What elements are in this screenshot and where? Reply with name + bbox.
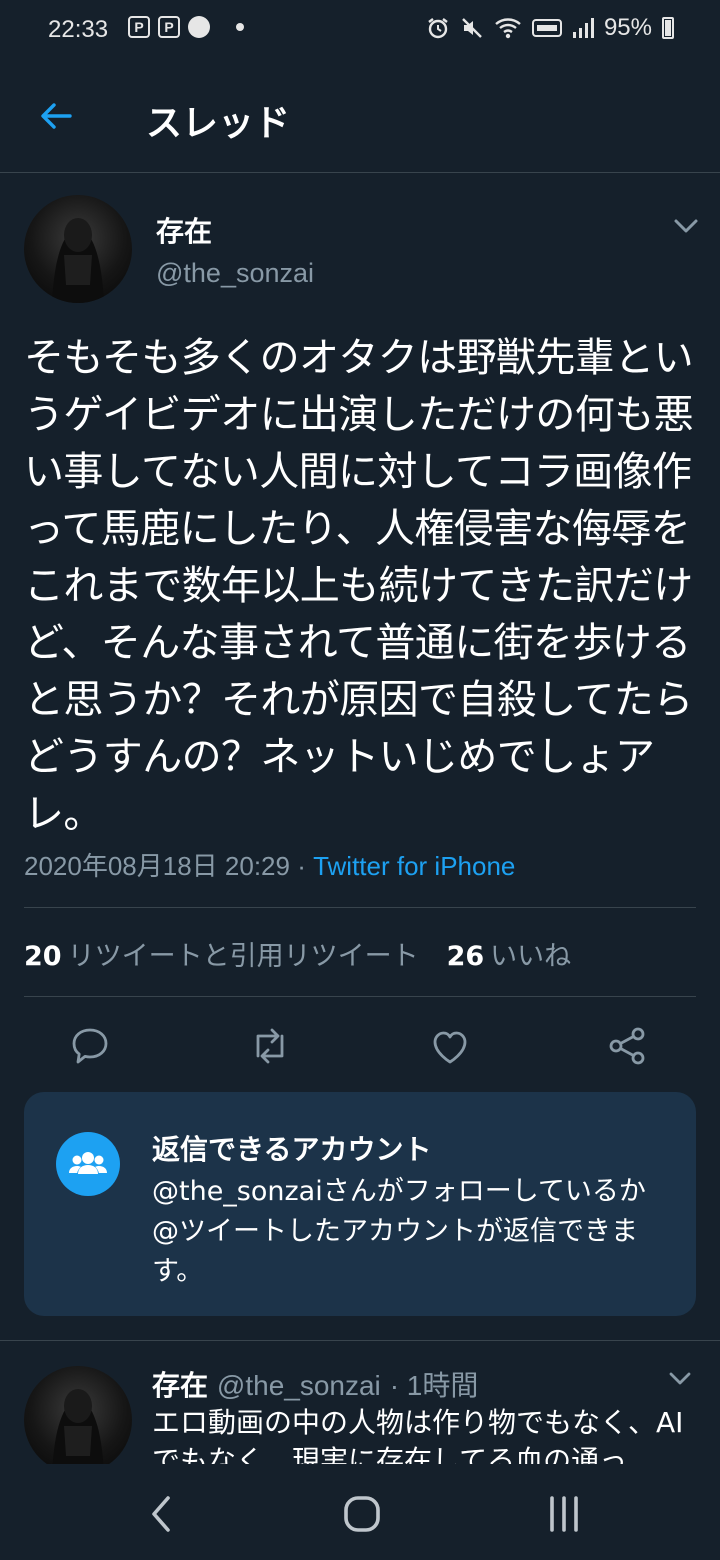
like-label: いいね <box>490 941 572 972</box>
retweet-button[interactable] <box>246 1022 294 1070</box>
app-header: スレッド <box>0 60 720 173</box>
reply-restriction-card: 返信できるアカウント @the_sonzaiさんがフォローしているか@ツイートし… <box>24 1092 696 1316</box>
reply-restriction-text: @the_sonzaiさんがフォローしているか@ツイートしたアカウントが返信でき… <box>152 1176 646 1287</box>
tweet-timestamp: 2020年08月18日 20:29 <box>24 851 290 881</box>
nav-recents-button[interactable] <box>542 1492 586 1536</box>
people-icon <box>56 1132 120 1196</box>
reply-author-name[interactable]: 存在 <box>152 1369 208 1402</box>
back-button[interactable] <box>30 90 82 142</box>
volte-icon <box>531 19 562 37</box>
retweet-label: リツイートと引用リツイート <box>67 941 419 972</box>
nav-back-button[interactable] <box>140 1492 184 1536</box>
likes-stat[interactable]: 26 いいね <box>447 941 572 972</box>
alarm-icon <box>428 18 448 39</box>
nav-home-button[interactable] <box>340 1492 384 1536</box>
retweet-count: 20 <box>24 941 62 972</box>
tweet-menu-button[interactable] <box>670 212 702 240</box>
reply-button[interactable] <box>66 1022 114 1070</box>
more-notifications-icon <box>236 23 244 31</box>
author-handle[interactable]: @the_sonzai <box>156 258 314 289</box>
meta-separator: · <box>289 851 314 881</box>
tweet-stats: 20 リツイートと引用リツイート 26 いいね <box>24 934 571 973</box>
share-icon <box>609 1027 645 1065</box>
wifi-icon <box>495 18 521 39</box>
divider <box>0 1340 720 1341</box>
system-nav-bar <box>0 1464 720 1560</box>
home-icon <box>344 1496 380 1532</box>
status-time: 22:33 <box>48 16 109 43</box>
recents-icon <box>550 1496 578 1532</box>
p-notification-icon: P <box>158 16 180 38</box>
share-button[interactable] <box>604 1022 652 1070</box>
avatar-image <box>52 218 104 303</box>
tweet-text: そもそも多くのオタクは野獣先輩というゲイビデオに出演しただけの何も悪い事してない… <box>24 335 694 837</box>
like-button[interactable] <box>426 1022 474 1070</box>
divider <box>24 996 696 997</box>
reply-tweet-time: · 1時間 <box>389 1370 479 1401</box>
author-name[interactable]: 存在 <box>156 210 212 250</box>
tweet-meta: 2020年08月18日 20:29 · Twitter for iPhone <box>24 846 515 883</box>
divider <box>24 907 696 908</box>
reply-icon <box>72 1028 108 1064</box>
heart-icon <box>433 1031 467 1064</box>
page-title: スレッド <box>146 103 291 144</box>
like-count: 26 <box>446 941 485 972</box>
p-notification-icon: P <box>128 16 150 38</box>
battery-icon <box>662 17 674 39</box>
signal-icon <box>572 18 594 38</box>
reply-tweet-text[interactable]: エロ動画の中の人物は作り物でもなく、AIでもなく、現実に存在してる血の通っ <box>152 1404 692 1464</box>
battery-percent: 95% <box>603 14 652 41</box>
chevron-down-icon <box>674 219 698 233</box>
reply-tweet-header: 存在 @the_sonzai · 1時間 <box>152 1364 478 1404</box>
sports-icon <box>188 16 210 38</box>
tweet-actions <box>0 1018 720 1074</box>
reply-tweet-menu-button[interactable] <box>666 1366 694 1392</box>
tweet-source-link[interactable]: Twitter for iPhone <box>313 851 515 881</box>
reply-author-avatar[interactable] <box>24 1366 132 1474</box>
avatar-image <box>52 1389 104 1474</box>
chevron-down-icon <box>669 1372 691 1385</box>
reply-author-handle[interactable]: @the_sonzai <box>217 1370 381 1401</box>
chevron-left-icon <box>152 1496 170 1532</box>
retweets-stat[interactable]: 20 リツイートと引用リツイート <box>24 941 419 972</box>
author-avatar[interactable] <box>24 195 132 303</box>
status-bar: 22:33 P P 95% <box>0 0 720 60</box>
arrow-left-icon <box>41 103 72 129</box>
reply-restriction-title: 返信できるアカウント <box>152 1133 432 1166</box>
mute-icon <box>462 18 482 38</box>
retweet-icon <box>256 1028 284 1064</box>
